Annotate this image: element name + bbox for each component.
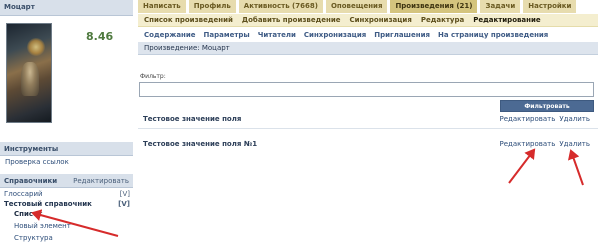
tab-works[interactable]: Произведения (21): [390, 0, 478, 13]
arrow-to-delete-link: [568, 149, 584, 186]
tab-settings[interactable]: Настройки: [523, 0, 577, 13]
subnav2-invitations[interactable]: Приглашения: [374, 31, 430, 40]
dict-item-flag[interactable]: [V]: [120, 190, 130, 198]
entry-actions: Редактировать Удалить: [500, 140, 590, 148]
entry-edit-link[interactable]: Редактировать: [500, 115, 556, 123]
tools-header: Инструменты: [0, 142, 133, 156]
tab-tasks[interactable]: Задачи: [480, 0, 521, 13]
subnav2-parameters[interactable]: Параметры: [204, 31, 250, 40]
dict-item-glossary[interactable]: Глоссарий [V]: [4, 190, 130, 198]
dictionaries-title: Справочники: [4, 177, 58, 185]
tool-link-check[interactable]: Проверка ссылок: [5, 158, 69, 166]
dictionaries-header: Справочники Редактировать: [0, 174, 133, 188]
subnav2-work-page[interactable]: На страницу произведения: [438, 31, 548, 40]
avatar-glow: [27, 38, 45, 56]
subnav-sync[interactable]: Синхронизация: [350, 16, 412, 24]
subnav2-sync[interactable]: Синхронизация: [304, 31, 366, 40]
tab-profile[interactable]: Профиль: [188, 0, 236, 13]
avatar[interactable]: [6, 23, 52, 123]
filter-input[interactable]: [139, 82, 594, 97]
dict-item-label: Глоссарий: [4, 190, 43, 198]
dictionaries-edit-link[interactable]: Редактировать: [73, 177, 129, 185]
entry-divider: [138, 128, 598, 129]
dict-sub-new-element[interactable]: Новый элемент: [14, 222, 71, 230]
dict-item-label: Тестовый справочник: [4, 200, 92, 208]
avatar-figure: [21, 62, 39, 96]
subnav-works-list[interactable]: Список произведений: [144, 16, 233, 24]
entry-title: Тестовое значение поля №1: [143, 140, 258, 148]
dict-item-flag[interactable]: [V]: [118, 200, 130, 208]
subnav-editorial[interactable]: Редактура: [421, 16, 464, 24]
tab-notifications[interactable]: Оповещения: [325, 0, 388, 13]
dict-sub-list[interactable]: Список: [14, 210, 43, 218]
subnav2-readers[interactable]: Читатели: [258, 31, 296, 40]
filter-button[interactable]: Фильтровать: [500, 100, 594, 112]
left-sidebar: Моцарт 8.46 Инструменты Проверка ссылок …: [0, 0, 133, 252]
main-tabs: Написать Профиль Активность (7668) Опове…: [138, 0, 598, 14]
filter-label: Фильтр:: [140, 73, 166, 80]
works-subnav: Список произведений Добавить произведени…: [138, 14, 598, 27]
work-header: Произведение: Моцарт: [138, 42, 598, 55]
rating-value: 8.46: [86, 30, 114, 43]
entry-delete-link[interactable]: Удалить: [559, 140, 590, 148]
dict-sub-structure[interactable]: Структура: [14, 234, 53, 242]
entry-delete-link[interactable]: Удалить: [559, 115, 590, 123]
tab-write[interactable]: Написать: [138, 0, 186, 13]
entry-title: Тестовое значение поля: [143, 115, 242, 123]
dict-item-test[interactable]: Тестовый справочник [V]: [4, 200, 130, 208]
entry-actions: Редактировать Удалить: [500, 115, 590, 123]
subnav-editing[interactable]: Редактирование: [473, 16, 540, 24]
entry-edit-link[interactable]: Редактировать: [500, 140, 556, 148]
user-header: Моцарт: [0, 0, 133, 16]
subnav2-contents[interactable]: Содержание: [144, 31, 196, 40]
subnav-add-work[interactable]: Добавить произведение: [242, 16, 341, 24]
arrow-to-edit-link: [508, 148, 536, 184]
tab-activity[interactable]: Активность (7668): [238, 0, 323, 13]
work-subnav: Содержание Параметры Читатели Синхрониза…: [138, 29, 598, 42]
